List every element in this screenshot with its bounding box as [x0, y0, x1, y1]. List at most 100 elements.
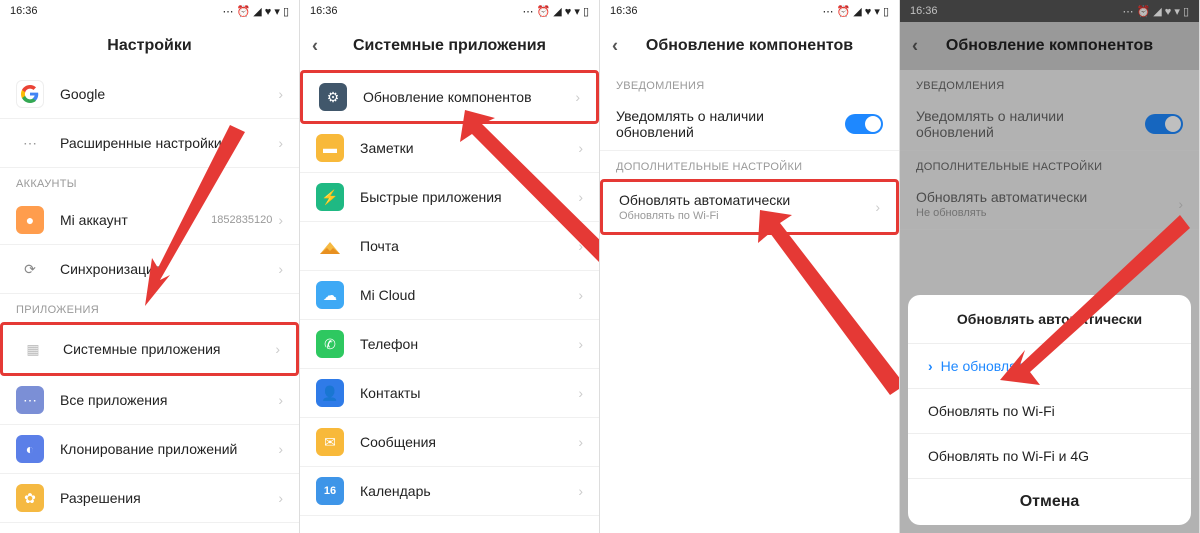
action-sheet: Обновлять автоматически Не обновлять Обн…: [908, 295, 1191, 525]
message-icon: ✉: [316, 428, 344, 456]
chevron-right-icon: ›: [278, 490, 283, 506]
section-notifications: УВЕДОМЛЕНИЯ: [600, 70, 899, 98]
option-wifi-4g[interactable]: Обновлять по Wi-Fi и 4G: [908, 433, 1191, 478]
item-mail[interactable]: Почта ›: [300, 222, 599, 271]
label: Почта: [360, 238, 578, 254]
chevron-right-icon: ›: [278, 441, 283, 457]
gear-icon: ⚙: [319, 83, 347, 111]
option-wifi[interactable]: Обновлять по Wi-Fi: [908, 388, 1191, 433]
back-button[interactable]: ‹: [612, 36, 618, 57]
item-quick-apps[interactable]: ⚡ Быстрые приложения ›: [300, 173, 599, 222]
chevron-right-icon: ›: [578, 434, 583, 450]
chevron-right-icon: ›: [578, 483, 583, 499]
label: Обновление компонентов: [363, 89, 575, 105]
label: Все приложения: [60, 392, 278, 408]
label: Mi Cloud: [360, 287, 578, 303]
item-calendar[interactable]: 16 Календарь ›: [300, 467, 599, 516]
cloud-icon: ☁: [316, 281, 344, 309]
item-phone[interactable]: ✆ Телефон ›: [300, 320, 599, 369]
item-notify-updates[interactable]: Уведомлять о наличии обновлений: [600, 98, 899, 151]
clone-icon: ◐: [16, 435, 44, 463]
clock: 16:36: [10, 5, 38, 17]
chevron-right-icon: ›: [278, 86, 283, 102]
sheet-title: Обновлять автоматически: [908, 295, 1191, 343]
mail-icon: [316, 232, 344, 260]
panel-system-apps: 16:36 ⋯ ⏰ ◢ ♥ ▾ ▯ ‹ Системные приложения…: [300, 0, 600, 533]
clock: 16:36: [310, 5, 338, 17]
item-messages[interactable]: ✉ Сообщения ›: [300, 418, 599, 467]
item-auto-update[interactable]: Обновлять автоматически Обновлять по Wi-…: [600, 179, 899, 235]
label: Уведомлять о наличии обновлений: [616, 108, 845, 140]
chevron-right-icon: ›: [578, 189, 583, 205]
label: Клонирование приложений: [60, 441, 278, 457]
chevron-right-icon: ›: [578, 238, 583, 254]
item-protect[interactable]: 🛡 Защита приложений ›: [0, 523, 299, 533]
item-component-update[interactable]: ⚙ Обновление компонентов ›: [300, 70, 599, 124]
label: Системные приложения: [63, 341, 275, 357]
toggle-on[interactable]: [845, 114, 883, 134]
label: Телефон: [360, 336, 578, 352]
status-icons: ⋯ ⏰ ◢ ♥ ▾ ▯: [222, 5, 289, 18]
status-bar: 16:36 ⋯ ⏰ ◢ ♥ ▾ ▯: [300, 0, 599, 22]
label: Сообщения: [360, 434, 578, 450]
chevron-right-icon: ›: [578, 385, 583, 401]
item-advanced[interactable]: ⋯ Расширенные настройки ›: [0, 119, 299, 168]
label: Обновлять автоматически: [619, 192, 875, 208]
item-notes[interactable]: ▬ Заметки ›: [300, 124, 599, 173]
item-system-apps[interactable]: ▦ Системные приложения ›: [0, 322, 299, 376]
mi-id: 1852835120: [211, 214, 272, 226]
page-title: Настройки: [0, 22, 299, 70]
chevron-right-icon: ›: [578, 140, 583, 156]
chevron-right-icon: ›: [275, 341, 280, 357]
sublabel: Обновлять по Wi-Fi: [619, 210, 875, 222]
page-title: ‹ Системные приложения: [300, 22, 599, 70]
page-title: ‹ Обновление компонентов: [600, 22, 899, 70]
section-extra: ДОПОЛНИТЕЛЬНЫЕ НАСТРОЙКИ: [600, 151, 899, 179]
apps-icon: ⋯: [16, 386, 44, 414]
status-bar: 16:36 ⋯ ⏰ ◢ ♥ ▾ ▯: [600, 0, 899, 22]
status-icons: ⋯ ⏰ ◢ ♥ ▾ ▯: [522, 5, 589, 18]
cancel-button[interactable]: Отмена: [908, 478, 1191, 525]
item-mi-account[interactable]: ● Mi аккаунт 1852835120 ›: [0, 196, 299, 245]
calendar-icon: 16: [316, 477, 344, 505]
label: Быстрые приложения: [360, 189, 578, 205]
label: Календарь: [360, 483, 578, 499]
notes-icon: ▬: [316, 134, 344, 162]
label: Контакты: [360, 385, 578, 401]
chevron-right-icon: ›: [278, 135, 283, 151]
item-contacts[interactable]: 👤 Контакты ›: [300, 369, 599, 418]
label: Расширенные настройки: [60, 135, 278, 151]
item-cloud[interactable]: ☁ Mi Cloud ›: [300, 271, 599, 320]
sync-icon: ⟳: [16, 255, 44, 283]
item-all-apps[interactable]: ⋯ Все приложения ›: [0, 376, 299, 425]
item-clone[interactable]: ◐ Клонирование приложений ›: [0, 425, 299, 474]
chevron-right-icon: ›: [875, 199, 880, 215]
dots-icon: ⋯: [16, 129, 44, 157]
label: Mi аккаунт: [60, 212, 211, 228]
label: Разрешения: [60, 490, 278, 506]
item-sync[interactable]: ⟳ Синхронизация ›: [0, 245, 299, 294]
bolt-icon: ⚡: [316, 183, 344, 211]
section-accounts: АККАУНТЫ: [0, 168, 299, 196]
label: Google: [60, 86, 278, 102]
item-google[interactable]: Google ›: [0, 70, 299, 119]
section-apps: ПРИЛОЖЕНИЯ: [0, 294, 299, 322]
clock: 16:36: [610, 5, 638, 17]
chevron-right-icon: ›: [578, 336, 583, 352]
chevron-right-icon: ›: [278, 392, 283, 408]
status-bar: 16:36 ⋯ ⏰ ◢ ♥ ▾ ▯: [0, 0, 299, 22]
panel-component-update-sheet: 16:36 ⋯ ⏰ ◢ ♥ ▾ ▯ ‹ Обновление компонент…: [900, 0, 1200, 533]
grid-icon: ▦: [19, 335, 47, 363]
item-permissions[interactable]: ✿ Разрешения ›: [0, 474, 299, 523]
chevron-right-icon: ›: [278, 212, 283, 228]
panel-settings: 16:36 ⋯ ⏰ ◢ ♥ ▾ ▯ Настройки Google › ⋯ Р…: [0, 0, 300, 533]
option-dont-update[interactable]: Не обновлять: [908, 343, 1191, 388]
panel-component-update: 16:36 ⋯ ⏰ ◢ ♥ ▾ ▯ ‹ Обновление компонент…: [600, 0, 900, 533]
chevron-right-icon: ›: [278, 261, 283, 277]
google-icon: [16, 80, 44, 108]
label: Синхронизация: [60, 261, 278, 277]
contacts-icon: 👤: [316, 379, 344, 407]
chevron-right-icon: ›: [578, 287, 583, 303]
back-button[interactable]: ‹: [312, 36, 318, 57]
phone-icon: ✆: [316, 330, 344, 358]
